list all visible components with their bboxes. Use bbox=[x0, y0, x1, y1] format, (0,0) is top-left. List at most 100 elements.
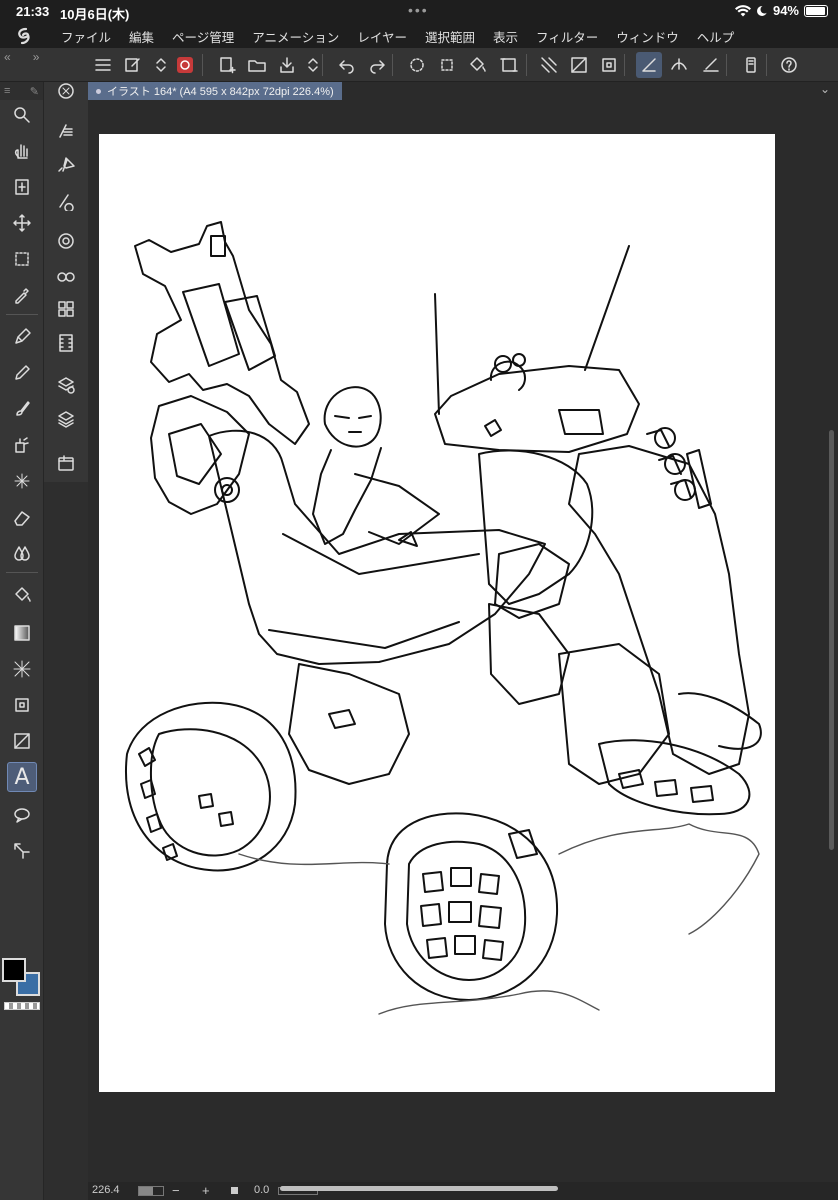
menu-item-6[interactable]: 表示 bbox=[484, 27, 527, 46]
clip-studio-icon[interactable] bbox=[172, 52, 198, 78]
eyedropper-icon[interactable] bbox=[7, 280, 37, 310]
hand-icon[interactable] bbox=[7, 136, 37, 166]
fit-screen-icon[interactable] bbox=[231, 1187, 238, 1194]
menu-item-9[interactable]: ヘルプ bbox=[688, 27, 744, 46]
color-indicator[interactable] bbox=[2, 958, 42, 998]
zoom-slider[interactable] bbox=[138, 1186, 164, 1196]
document-tab[interactable]: イラスト 164* (A4 595 x 842px 72dpi 226.4%) bbox=[88, 82, 342, 100]
palette-menu-icon[interactable]: ≡ bbox=[4, 85, 10, 97]
snap-ruler-icon[interactable] bbox=[636, 52, 662, 78]
material-icon[interactable] bbox=[51, 448, 81, 478]
tool-palette: ≡ ✎ A bbox=[0, 82, 44, 1200]
save-icon[interactable] bbox=[274, 52, 300, 78]
intermediate-color-icon[interactable] bbox=[51, 294, 81, 324]
brush-size-icon[interactable] bbox=[51, 186, 81, 216]
edit-icon[interactable] bbox=[120, 52, 146, 78]
multitask-dots-icon[interactable]: ••• bbox=[408, 2, 429, 18]
new-page-icon[interactable] bbox=[214, 52, 240, 78]
transform-icon[interactable] bbox=[434, 52, 460, 78]
menu-icon[interactable] bbox=[90, 52, 116, 78]
zoom-value[interactable]: 226.4 bbox=[92, 1184, 120, 1196]
status-date: 10月6日(木) bbox=[60, 7, 130, 22]
layer-property-icon[interactable] bbox=[51, 370, 81, 400]
menu-item-8[interactable]: ウィンドウ bbox=[607, 27, 688, 46]
main-color-swatch[interactable] bbox=[2, 958, 26, 982]
zoom-icon[interactable] bbox=[7, 100, 37, 130]
tab-dot-icon bbox=[96, 88, 101, 94]
ios-status-bar: 21:33 10月6日(木) ••• 94% bbox=[0, 0, 838, 24]
zoom-out-button[interactable]: − bbox=[172, 1183, 180, 1198]
device-icon[interactable] bbox=[738, 52, 764, 78]
layer-move-icon[interactable] bbox=[7, 172, 37, 202]
airbrush-icon[interactable] bbox=[7, 430, 37, 460]
blend-icon[interactable] bbox=[7, 538, 37, 568]
menu-item-3[interactable]: アニメーション bbox=[243, 27, 348, 46]
gradient-icon[interactable] bbox=[7, 618, 37, 648]
animation-icon[interactable] bbox=[51, 328, 81, 358]
chevron-down-icon[interactable]: ⌄ bbox=[820, 82, 830, 96]
fill-icon[interactable] bbox=[7, 580, 37, 610]
menu-item-4[interactable]: レイヤー bbox=[348, 27, 416, 46]
sub-tool-icon[interactable] bbox=[51, 150, 81, 180]
status-right: 94% bbox=[734, 3, 828, 18]
ruler-icon[interactable] bbox=[566, 52, 592, 78]
grid-icon[interactable] bbox=[536, 52, 562, 78]
tool-property-icon[interactable] bbox=[51, 116, 81, 146]
frame-icon[interactable] bbox=[7, 690, 37, 720]
toolbar-separator bbox=[202, 54, 203, 76]
layer-icon[interactable] bbox=[51, 404, 81, 434]
fill-icon[interactable] bbox=[464, 52, 490, 78]
battery-icon bbox=[804, 4, 828, 17]
help-icon[interactable] bbox=[776, 52, 802, 78]
zoom-in-button[interactable]: + bbox=[202, 1183, 210, 1198]
brush-icon[interactable] bbox=[7, 394, 37, 424]
figure-icon[interactable] bbox=[7, 654, 37, 684]
canvas-area[interactable] bbox=[88, 100, 826, 1182]
open-folder-icon[interactable] bbox=[244, 52, 270, 78]
collapse-right-icon[interactable]: » bbox=[29, 48, 44, 66]
frame-icon[interactable] bbox=[596, 52, 622, 78]
canvas-paper[interactable] bbox=[99, 134, 775, 1092]
status-time: 21:33 bbox=[16, 4, 50, 19]
menu-item-2[interactable]: ページ管理 bbox=[163, 27, 243, 46]
document-tab-bar: イラスト 164* (A4 595 x 842px 72dpi 226.4%) … bbox=[88, 82, 838, 100]
color-wheel-icon[interactable] bbox=[51, 226, 81, 256]
balloon-icon[interactable] bbox=[7, 800, 37, 830]
undo-icon[interactable] bbox=[334, 52, 360, 78]
select-icon[interactable] bbox=[496, 52, 522, 78]
pencil-icon[interactable] bbox=[7, 358, 37, 388]
menu-item-1[interactable]: 編集 bbox=[120, 27, 163, 46]
clip-studio-app: 21:33 10月6日(木) ••• 94% ファイル 編集 ページ管理 アニメーショ… bbox=[0, 0, 838, 1200]
scroll-thumb[interactable] bbox=[829, 430, 834, 850]
move-icon[interactable] bbox=[7, 208, 37, 238]
selection-icon[interactable] bbox=[7, 244, 37, 274]
correct-line-icon[interactable] bbox=[7, 836, 37, 866]
battery-percent: 94% bbox=[772, 3, 799, 18]
menu-item-0[interactable]: ファイル bbox=[52, 27, 120, 46]
toolbar-separator bbox=[624, 54, 625, 76]
decoration-icon[interactable] bbox=[7, 466, 37, 496]
eraser-icon[interactable] bbox=[7, 502, 37, 532]
pen-icon[interactable] bbox=[7, 322, 37, 352]
text-icon[interactable]: A bbox=[7, 762, 37, 792]
snap-special-icon[interactable] bbox=[666, 52, 692, 78]
home-indicator[interactable] bbox=[280, 1186, 558, 1191]
clip-studio-logo-icon[interactable] bbox=[0, 24, 52, 48]
menu-item-5[interactable]: 選択範囲 bbox=[416, 27, 484, 46]
navigator-icon[interactable] bbox=[51, 76, 81, 106]
ruler-icon[interactable] bbox=[7, 726, 37, 756]
vertical-scrollbar[interactable] bbox=[826, 100, 838, 1182]
redo-icon[interactable] bbox=[364, 52, 390, 78]
palette-separator bbox=[6, 314, 38, 315]
transparent-color-swatch[interactable] bbox=[4, 1002, 40, 1010]
palette-pen-icon[interactable]: ✎ bbox=[30, 85, 39, 98]
loading-icon[interactable] bbox=[404, 52, 430, 78]
up-down-icon[interactable] bbox=[148, 52, 174, 78]
rotation-value[interactable]: 0.0 bbox=[254, 1184, 269, 1196]
snap-grid-icon[interactable] bbox=[698, 52, 724, 78]
menu-item-7[interactable]: フィルター bbox=[527, 27, 607, 46]
command-bar: « » bbox=[0, 48, 838, 82]
collapse-left-icon[interactable]: « bbox=[0, 48, 15, 66]
toolbar-separator bbox=[392, 54, 393, 76]
color-set-icon[interactable] bbox=[51, 260, 81, 290]
